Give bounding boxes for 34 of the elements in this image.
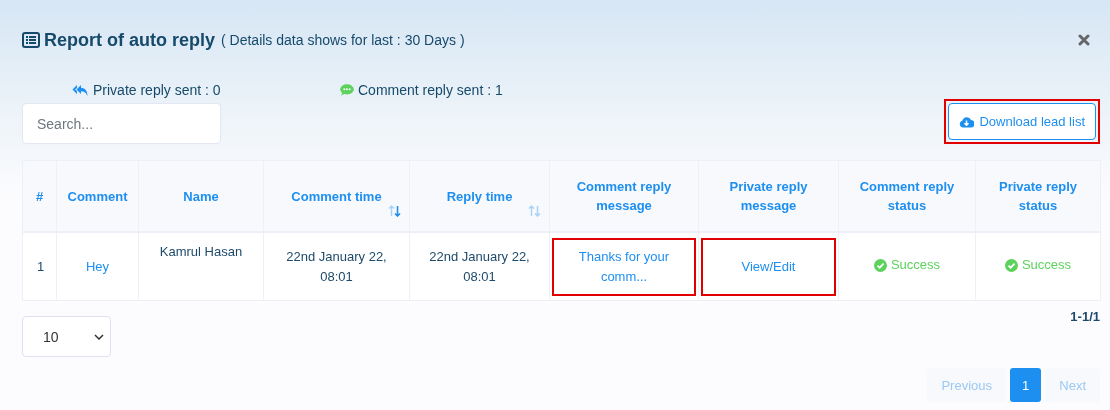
table-cell-text: Kamrul Hasan xyxy=(159,243,243,261)
report-title: Report of auto reply xyxy=(44,29,215,51)
column-header: Comment reply status xyxy=(858,178,956,215)
chevron-down-icon xyxy=(94,333,104,340)
column-header: Comment xyxy=(67,187,128,206)
page-button[interactable]: 1 xyxy=(1010,368,1042,402)
page-range: 1-1/1 xyxy=(1070,309,1100,324)
column-header: Name xyxy=(183,187,219,206)
status-text: Success xyxy=(1021,256,1072,275)
message-link[interactable]: View/Edit xyxy=(741,256,796,277)
close-icon xyxy=(1078,34,1090,46)
download-button[interactable]: Download lead list xyxy=(948,103,1096,140)
list-icon xyxy=(22,32,40,48)
column-header: Reply time xyxy=(446,187,513,206)
page-size-select[interactable]: 10 xyxy=(22,316,111,357)
sort-icon[interactable] xyxy=(388,205,401,217)
table-cell-text: 22nd January 22, 08:01 xyxy=(285,247,388,286)
close-button[interactable] xyxy=(1078,34,1090,46)
chat-bubble-icon xyxy=(340,84,354,96)
stat-label: Private reply sent : 0 xyxy=(93,82,221,98)
reply-all-icon xyxy=(72,83,89,97)
search-field[interactable]: Search... xyxy=(22,103,221,144)
report-subtitle: ( Details data shows for last : 30 Days ) xyxy=(221,32,465,48)
column-header: Comment time xyxy=(291,187,382,206)
message-link[interactable]: Hey xyxy=(85,256,110,277)
column-header: # xyxy=(35,187,44,206)
column-header: Private reply status xyxy=(997,178,1078,215)
stat-label: Comment reply sent : 1 xyxy=(358,82,503,98)
cloud-download-icon xyxy=(959,115,975,128)
column-header: Comment reply message xyxy=(575,178,673,215)
status-text: Success xyxy=(890,256,941,275)
table-cell-text: 1 xyxy=(37,257,45,276)
column-header: Private reply message xyxy=(728,178,809,215)
table-cell-text: 22nd January 22, 08:01 xyxy=(428,247,531,286)
